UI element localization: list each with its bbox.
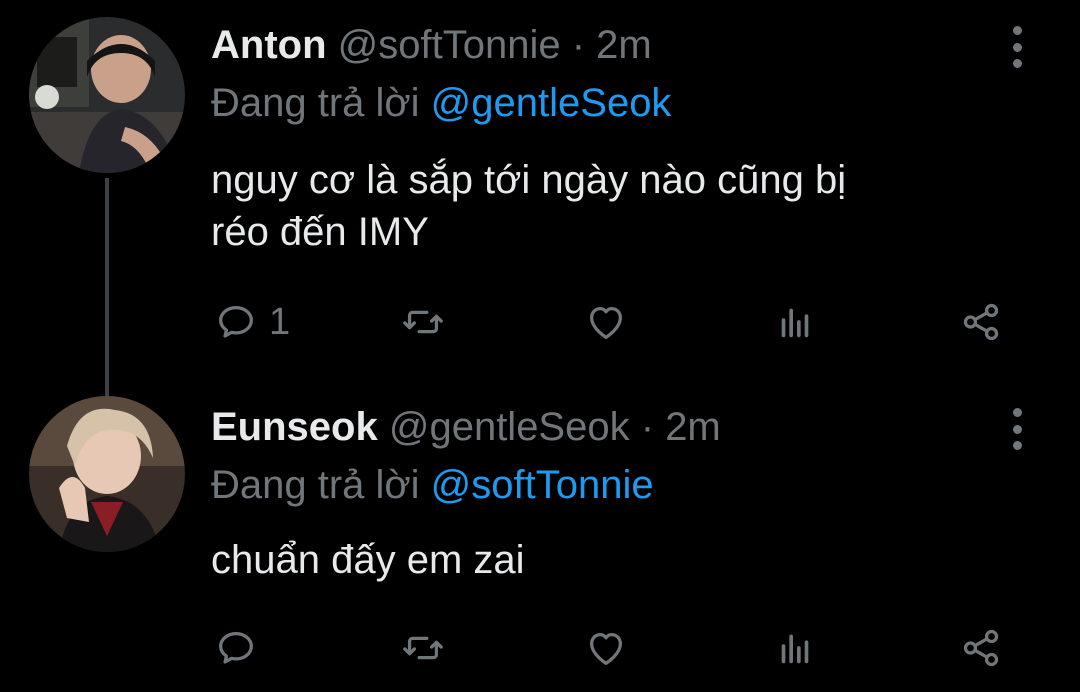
share-button[interactable] [958, 298, 1004, 346]
replying-to-mention[interactable]: @gentleSeok [431, 81, 672, 125]
timestamp[interactable]: 2m [596, 23, 652, 67]
like-button[interactable] [583, 624, 629, 672]
share-icon [963, 629, 999, 667]
tweet-header: Eunseok @gentleSeok · 2m [211, 404, 721, 450]
heart-icon [589, 632, 623, 665]
retweet-icon [403, 310, 443, 334]
reply-count: 1 [269, 300, 291, 343]
timestamp[interactable]: 2m [665, 405, 721, 449]
separator-dot: · [640, 405, 655, 449]
retweet-button[interactable] [400, 624, 446, 672]
retweet-button[interactable] [400, 298, 446, 346]
reply-icon [219, 631, 253, 664]
heart-icon [589, 306, 623, 339]
tweet-text-line: nguy cơ là sắp tới ngày nào cũng bị [211, 158, 847, 202]
avatar-eunseok[interactable] [29, 396, 185, 552]
more-options-icon[interactable] [1000, 404, 1034, 454]
analytics-button[interactable] [772, 624, 818, 672]
analytics-icon [781, 634, 809, 664]
separator-dot: · [571, 23, 586, 67]
reply-icon [219, 305, 253, 338]
user-handle[interactable]: @gentleSeok [389, 405, 630, 449]
avatar-anton[interactable] [29, 17, 185, 173]
avatar-image [29, 396, 185, 552]
tweet-text-line: chuẩn đấy em zai [211, 538, 525, 582]
share-icon [963, 303, 999, 341]
thread-connector-line [105, 178, 109, 396]
tweet-text-line: réo đến IMY [211, 210, 429, 254]
display-name[interactable]: Anton [211, 23, 327, 67]
like-button[interactable] [583, 298, 629, 346]
replying-to: Đang trả lời @softTonnie [211, 462, 654, 508]
avatar-image [29, 17, 185, 173]
replying-to: Đang trả lời @gentleSeok [211, 80, 671, 126]
replying-to-label: Đang trả lời [211, 463, 420, 507]
tweet-text: nguy cơ là sắp tới ngày nào cũng bị réo … [211, 154, 846, 258]
retweet-icon [403, 636, 443, 660]
analytics-icon [781, 308, 809, 338]
reply-button[interactable] [213, 624, 259, 672]
share-button[interactable] [958, 624, 1004, 672]
tweet-header: Anton @softTonnie · 2m [211, 22, 652, 68]
reply-button[interactable]: 1 [213, 298, 290, 346]
user-handle[interactable]: @softTonnie [338, 23, 561, 67]
replying-to-label: Đang trả lời [211, 81, 420, 125]
tweet-text: chuẩn đấy em zai [211, 534, 525, 586]
replying-to-mention[interactable]: @softTonnie [431, 463, 654, 507]
display-name[interactable]: Eunseok [211, 405, 378, 449]
more-options-icon[interactable] [1000, 22, 1034, 72]
analytics-button[interactable] [772, 298, 818, 346]
